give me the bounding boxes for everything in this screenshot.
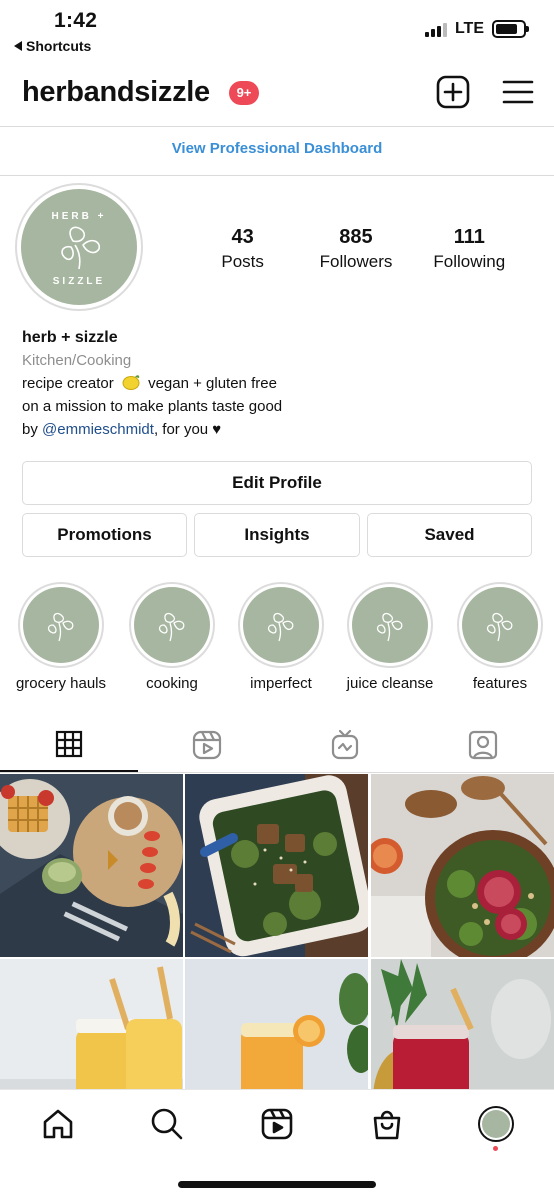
mention-link[interactable]: @emmieschmidt: [42, 421, 154, 438]
post-thumbnail[interactable]: [0, 774, 183, 957]
profile-avatar[interactable]: HERB + SIZZLE: [15, 183, 143, 311]
status-time: 1:42: [54, 9, 98, 32]
profile-tabs: [0, 718, 554, 774]
basil-leaf-icon: [23, 587, 99, 663]
stat-label: Following: [433, 252, 506, 271]
avatar-logo: HERB + SIZZLE: [21, 189, 137, 305]
stat-followers[interactable]: 885 Followers: [299, 226, 412, 272]
hamburger-menu-icon: [502, 80, 534, 104]
promotions-button[interactable]: Promotions: [22, 513, 187, 557]
bio-text: by: [22, 421, 38, 438]
plus-square-icon: [436, 75, 470, 109]
back-arrow-icon: [14, 41, 22, 51]
reels-icon: [261, 1108, 293, 1140]
bio-text: recipe creator: [22, 375, 114, 392]
stat-value: 885: [339, 226, 373, 248]
food-photo-image: [0, 959, 183, 1090]
nav-profile[interactable]: [476, 1104, 516, 1144]
food-photo-image: [371, 959, 554, 1090]
username[interactable]: herbandsizzle: [22, 76, 210, 109]
home-indicator: [178, 1181, 376, 1188]
status-bar: 1:42 Shortcuts LTE: [0, 0, 554, 60]
stat-value: 43: [231, 226, 254, 248]
basil-leaf-icon: [134, 587, 210, 663]
status-indicators: LTE: [424, 20, 529, 38]
food-photo-image: [371, 774, 554, 957]
story-highlights: grocery hauls cooking imperfect juice cl…: [0, 582, 554, 702]
tab-reels[interactable]: [138, 718, 276, 772]
notification-badge[interactable]: 9+: [229, 81, 259, 105]
profile-bio: herb + sizzle Kitchen/Cooking recipe cre…: [22, 326, 532, 441]
network-label: LTE: [454, 20, 484, 37]
highlight-label: grocery hauls: [15, 675, 107, 692]
nav-search[interactable]: [147, 1104, 187, 1144]
reels-icon: [192, 730, 222, 760]
profile-header: herbandsizzle 9+: [0, 66, 554, 122]
bio-text: , for you ♥: [153, 421, 222, 438]
insights-button[interactable]: Insights: [194, 513, 360, 557]
nav-reels[interactable]: [257, 1104, 297, 1144]
bio-text: vegan + gluten free: [148, 375, 277, 392]
posts-grid: [0, 774, 554, 1090]
tab-tagged[interactable]: [414, 718, 552, 772]
highlight-item[interactable]: grocery hauls: [6, 582, 116, 692]
tagged-icon: [468, 730, 498, 760]
stat-label: Followers: [319, 252, 393, 271]
igtv-icon: [331, 729, 359, 760]
highlight-item[interactable]: features: [445, 582, 554, 692]
back-label: Shortcuts: [26, 38, 92, 54]
tabs-divider: [0, 772, 554, 773]
food-photo-image: [185, 774, 368, 957]
shop-icon: [373, 1110, 401, 1140]
grid-icon: [55, 730, 83, 758]
highlight-label: juice cleanse: [346, 675, 434, 692]
bio-line: on a mission to make plants taste good: [22, 398, 283, 415]
post-thumbnail[interactable]: [185, 774, 368, 957]
food-photo-image: [0, 774, 183, 957]
post-thumbnail[interactable]: [371, 774, 554, 957]
nav-home[interactable]: [38, 1104, 78, 1144]
profile-stats: 43 Posts 885 Followers 111 Following: [186, 226, 526, 272]
back-to-shortcuts[interactable]: Shortcuts: [14, 38, 91, 54]
stat-value: 111: [453, 226, 485, 248]
bio-line: by @emmieschmidt, for you ♥: [22, 418, 532, 441]
tab-igtv[interactable]: [276, 718, 414, 772]
battery-icon: [492, 20, 529, 38]
notification-dot: [493, 1146, 498, 1151]
lemon-icon: [122, 375, 140, 390]
tab-grid[interactable]: [0, 718, 138, 772]
basil-leaf-icon: [243, 587, 319, 663]
signal-icon: [424, 21, 447, 37]
post-thumbnail[interactable]: [185, 959, 368, 1090]
saved-button[interactable]: Saved: [367, 513, 532, 557]
food-photo-image: [185, 959, 368, 1090]
new-post-button[interactable]: [435, 74, 471, 110]
highlight-label: features: [472, 675, 528, 692]
highlight-label: imperfect: [250, 675, 312, 692]
stat-posts[interactable]: 43 Posts: [186, 226, 299, 272]
highlight-item[interactable]: imperfect: [226, 582, 336, 692]
home-icon: [43, 1109, 73, 1139]
search-icon: [151, 1108, 183, 1140]
professional-dashboard-link[interactable]: View Professional Dashboard: [0, 127, 554, 175]
logo-text-bottom: SIZZLE: [52, 276, 106, 287]
category-label: Kitchen/Cooking: [22, 352, 132, 369]
basil-leaf-icon: [352, 587, 428, 663]
stat-following[interactable]: 111 Following: [413, 226, 526, 272]
edit-profile-button[interactable]: Edit Profile: [22, 461, 532, 505]
highlight-item[interactable]: juice cleanse: [335, 582, 445, 692]
basil-leaf-icon: [61, 226, 101, 270]
stat-label: Posts: [221, 252, 264, 271]
profile-avatar-icon: [478, 1106, 514, 1142]
highlight-label: cooking: [146, 675, 198, 692]
highlight-item[interactable]: cooking: [117, 582, 227, 692]
display-name: herb + sizzle: [22, 329, 118, 346]
bio-line: recipe creator vegan + gluten free: [22, 372, 532, 395]
post-thumbnail[interactable]: [371, 959, 554, 1090]
basil-leaf-icon: [462, 587, 538, 663]
divider: [0, 175, 554, 176]
nav-shop[interactable]: [367, 1104, 407, 1144]
menu-button[interactable]: [500, 74, 536, 110]
post-thumbnail[interactable]: [0, 959, 183, 1090]
